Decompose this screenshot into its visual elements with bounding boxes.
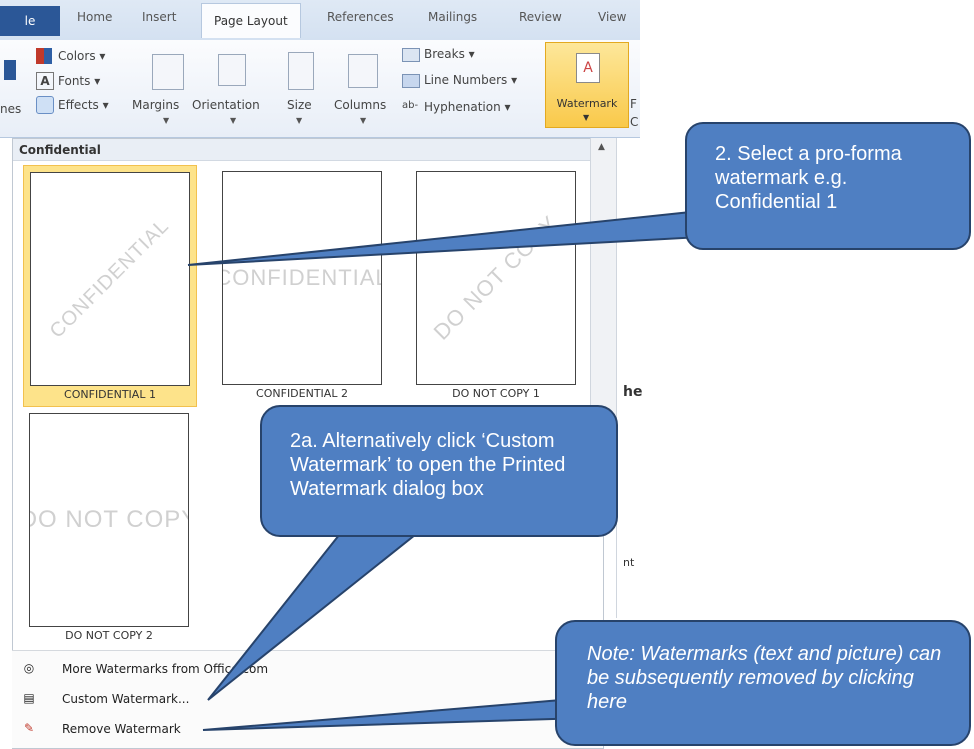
callout-1-pointer [187,208,722,266]
callout-3-pointer [202,696,586,731]
callout-custom-watermark: 2a. Alternatively click ‘Custom Watermar… [260,405,618,537]
callout-select-watermark: 2. Select a pro-forma watermark e.g. Con… [685,122,971,250]
callout-2-pointer [207,514,443,701]
callout-remove-watermark: Note: Watermarks (text and picture) can … [555,620,971,746]
